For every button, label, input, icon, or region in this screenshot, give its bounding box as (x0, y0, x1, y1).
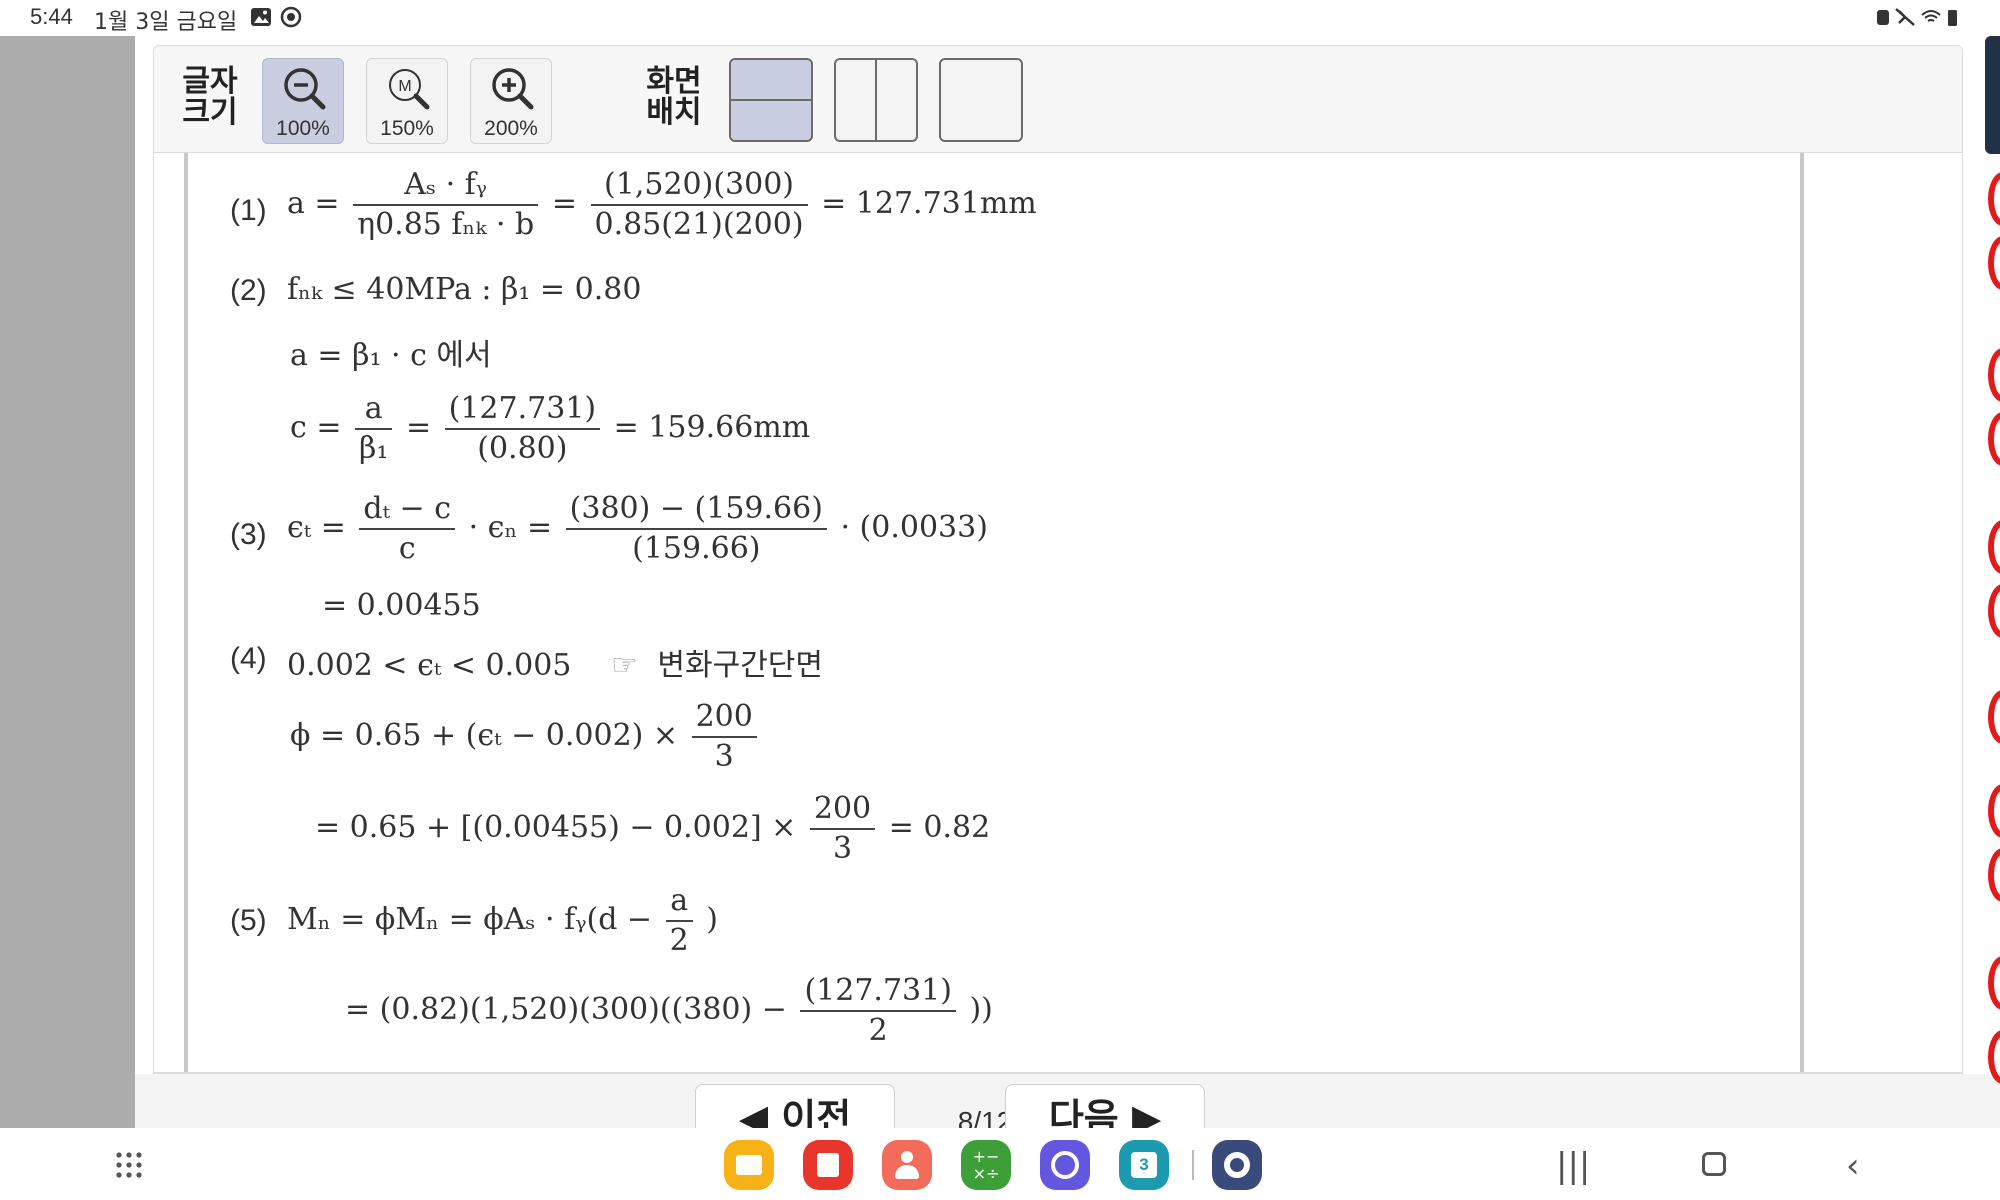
edge-marker (1988, 956, 2000, 1010)
contacts-app-icon[interactable] (882, 1140, 932, 1190)
status-bar: 5:44 1월 3일 금요일 (0, 0, 2000, 36)
sync-notification-icon (280, 6, 302, 28)
zoom-100-button[interactable]: 100% (262, 58, 344, 144)
zoom-150-button[interactable]: M 150% (366, 58, 448, 144)
step-4-phi-formula: ϕ = 0.65 + (ϵₜ − 0.002) × 200 3 (290, 698, 761, 776)
zoom-100-label: 100% (276, 117, 330, 140)
edge-marker (1988, 584, 2000, 638)
system-status-icons (1877, 8, 1957, 26)
step-2-number: (2) (230, 274, 267, 307)
edge-marker (1988, 172, 2000, 226)
step-4-range: 0.002 < ϵₜ < 0.005 ☞ 변화구간단면 (287, 648, 823, 683)
step-4-number: (4) (230, 642, 267, 675)
internet-app-icon[interactable] (1040, 1140, 1090, 1190)
gallery-notification-icon (251, 8, 271, 26)
zoom-in-icon (492, 68, 534, 110)
layout-label: 화면 배치 (646, 64, 702, 130)
svg-text:M: M (398, 78, 411, 95)
font-size-label: 글자 크기 (182, 64, 238, 130)
zoom-200-label: 200% (484, 117, 538, 140)
settings-app-icon[interactable] (1212, 1140, 1262, 1190)
edge-marker (1988, 520, 2000, 574)
vertical-split-icon (875, 60, 877, 140)
layout-vertical-split-button[interactable] (834, 58, 918, 142)
step-2-depth-c: c = a β₁ = (127.731) (0.80) = 159.66mm (290, 391, 811, 466)
edge-marker (1988, 348, 2000, 402)
step-3-result: = 0.00455 (322, 588, 481, 623)
step-2-relation: a = β₁ · c 에서 (290, 338, 492, 373)
step-5-number: (5) (230, 904, 267, 937)
system-navigation-bar: +− ×÷ 3 ||| ‹ (0, 1128, 2000, 1200)
recent-apps-icon[interactable]: ||| (1556, 1146, 1590, 1186)
home-icon[interactable] (1702, 1152, 1726, 1176)
calendar-app-icon[interactable]: 3 (1119, 1140, 1169, 1190)
zoom-reset-icon: M (389, 69, 430, 110)
calculator-app-icon[interactable]: +− ×÷ (961, 1140, 1011, 1190)
edge-marker (1988, 784, 2000, 838)
step-2-condition: fₙₖ ≤ 40MPa : β₁ = 0.80 (287, 272, 642, 307)
step-3-number: (3) (230, 518, 267, 551)
step-5-substitution: = (0.82)(1,520)(300)((380) − (127.731) 2 … (345, 973, 993, 1048)
edge-marker (1988, 236, 2000, 290)
dock-divider (1192, 1150, 1194, 1180)
left-side-panel (0, 36, 135, 1128)
step-4-phi-result: = 0.65 + [(0.00455) − 0.002] × 200 3 = 0.… (315, 791, 991, 866)
edge-marker (1988, 690, 2000, 744)
status-time: 5:44 (30, 4, 73, 29)
page-navigation: ◀ 이전 8/12 다음 ▶ (135, 1074, 2000, 1144)
step-1-equation: a = Aₛ · fᵧ η0.85 fₙₖ · b = (1,520)(300) 0… (287, 167, 1037, 242)
step-5-moment: Mₙ = ϕMₙ = ϕAₛ · fᵧ(d − a2 ) (287, 883, 718, 958)
zoom-150-label: 150% (380, 117, 434, 140)
horizontal-split-icon (731, 99, 811, 101)
layout-single-button[interactable] (939, 58, 1023, 142)
pointing-hand-icon: ☞ (610, 648, 638, 683)
zoom-200-button[interactable]: 200% (470, 58, 552, 144)
step-3-strain: ϵₜ = dₜ − cc · ϵₙ = (380) − (159.66) (159… (287, 491, 988, 566)
back-icon[interactable]: ‹ (1846, 1146, 1860, 1186)
step-1-number: (1) (230, 194, 267, 227)
right-edge-panel (1985, 36, 2000, 154)
my-files-app-icon[interactable] (724, 1140, 774, 1190)
viewer-toolbar: 글자 크기 100% M 150% 200% 화면 배치 (153, 45, 1963, 153)
layout-horizontal-split-button[interactable] (729, 58, 813, 142)
edge-marker (1988, 412, 2000, 466)
zoom-out-icon (284, 68, 326, 110)
status-date: 1월 3일 금요일 (94, 10, 238, 35)
notes-app-icon[interactable] (803, 1140, 853, 1190)
edge-marker (1988, 848, 2000, 902)
app-drawer-icon[interactable] (114, 1150, 144, 1180)
